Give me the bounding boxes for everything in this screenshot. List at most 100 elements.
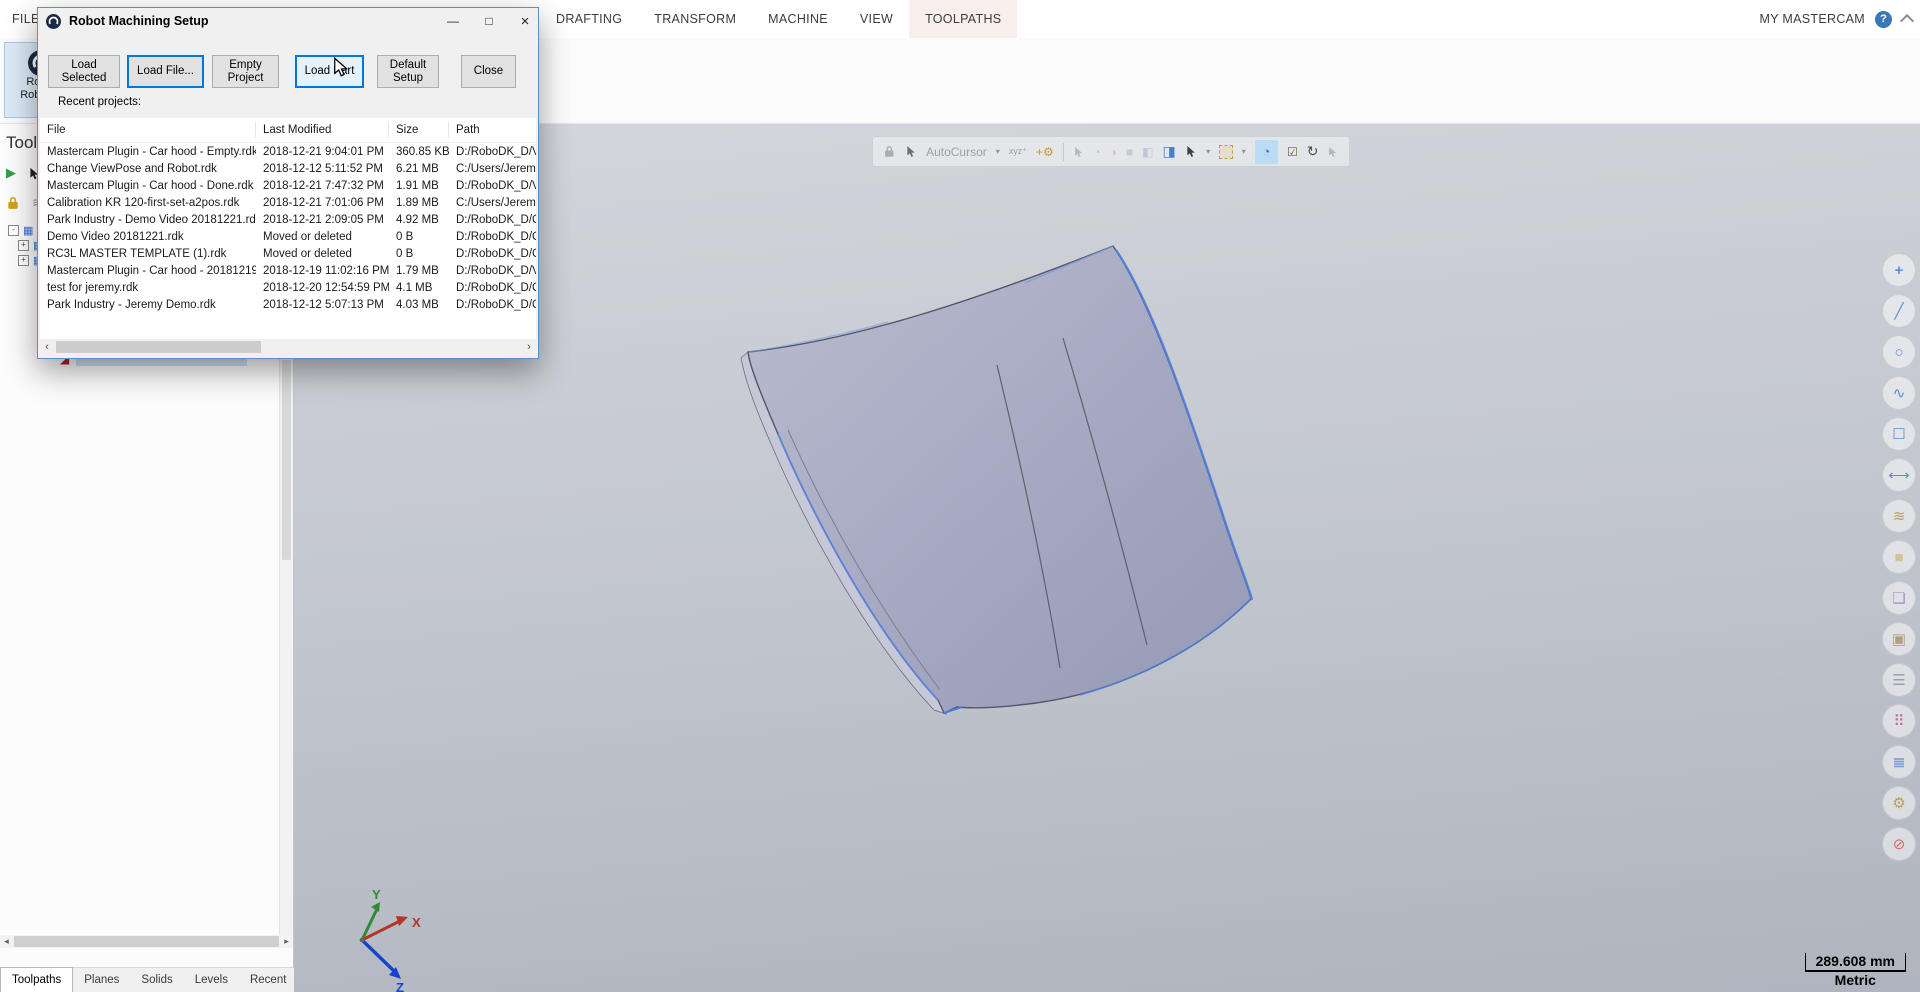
scrollbar-thumb[interactable] <box>56 341 261 353</box>
table-row[interactable]: Change ViewPose and Robot.rdk 2018-12-12… <box>40 160 536 177</box>
xyz-entry-icon[interactable]: xyz⁺ <box>1009 146 1027 157</box>
expand-node-icon[interactable]: + <box>18 240 29 251</box>
autocursor-label[interactable]: AutoCursor <box>926 145 987 159</box>
ghost-solid-icon[interactable]: ■ <box>1126 145 1133 159</box>
table-row[interactable]: RC3L MASTER TEMPLATE (1).rdk Moved or de… <box>40 245 536 262</box>
cell-path: C:/Users/Jeremy <box>449 197 536 209</box>
close-icon[interactable]: × <box>518 13 532 30</box>
cell-path: D:/RoboDK_D/V <box>449 265 536 277</box>
help-icon[interactable]: ? <box>1875 11 1892 28</box>
my-mastercam-tab[interactable]: MY MASTERCAM <box>1760 12 1865 26</box>
table-row[interactable]: test for jeremy.rdk 2018-12-20 12:54:59 … <box>40 279 536 296</box>
cell-path: D:/RoboDK_D/V <box>449 146 536 158</box>
select-cursor-icon[interactable] <box>905 145 918 158</box>
table-row[interactable]: Mastercam Plugin - Car hood - Empty.rdk … <box>40 143 536 160</box>
table-row[interactable]: Mastercam Plugin - Car hood - Done.rdk 2… <box>40 177 536 194</box>
settings-gear-icon[interactable]: ⚙ <box>1882 786 1916 820</box>
expand-node-icon[interactable]: + <box>18 255 29 266</box>
ghost-shape2-icon[interactable]: ◑ <box>1110 145 1117 159</box>
layers-icon[interactable]: ≣ <box>1882 745 1916 779</box>
tab-levels[interactable]: Levels <box>184 968 239 992</box>
panel-horizontal-scrollbar[interactable]: ◂ ▸ <box>0 935 293 948</box>
table-row[interactable]: Park Industry - Demo Video 20181221.rdk … <box>40 211 536 228</box>
tab-recent-functions[interactable]: Recent Func... <box>239 968 297 992</box>
disable-icon[interactable]: ⊘ <box>1882 827 1916 861</box>
collapse-node-icon[interactable]: - <box>8 225 19 236</box>
dimension-icon[interactable]: ⟷ <box>1882 458 1916 492</box>
col-size[interactable]: Size <box>389 122 449 138</box>
cell-size: 6.21 MB <box>389 163 449 175</box>
window-box-dropdown-icon[interactable]: ▾ <box>1242 147 1246 156</box>
lock-icon[interactable] <box>883 145 896 158</box>
solids-select-cube-icon[interactable]: ◨ <box>1162 143 1175 160</box>
table-row[interactable]: Mastercam Plugin - Car hood - 20181219.r… <box>40 262 536 279</box>
table-header-row: File Last Modified Size Path <box>40 118 536 143</box>
table-row[interactable]: Calibration KR 120-first-set-a2pos.rdk 2… <box>40 194 536 211</box>
menu-tab-machine[interactable]: MACHINE <box>752 0 844 38</box>
menu-tab-view[interactable]: VIEW <box>844 0 909 38</box>
cell-file: Change ViewPose and Robot.rdk <box>40 163 256 175</box>
menu-tab-transform[interactable]: TRANSFORM <box>638 0 752 38</box>
ghost-shape1-icon[interactable]: ◔ <box>1093 145 1100 159</box>
scrollbar-thumb[interactable] <box>14 936 279 947</box>
menu-tab-toolpaths[interactable]: TOOLPATHS <box>909 0 1017 38</box>
cell-size: 0 B <box>389 248 449 260</box>
maximize-icon[interactable]: □ <box>482 14 496 28</box>
menu-tab-drafting[interactable]: DRAFTING <box>540 0 638 38</box>
regenerate-icon[interactable]: ↻ <box>1307 143 1319 160</box>
validate-select-icon[interactable]: ☑ <box>1287 145 1298 159</box>
load-selected-button[interactable]: Load Selected <box>48 55 120 88</box>
default-setup-button[interactable]: Default Setup <box>377 55 439 88</box>
recent-projects-label: Recent projects: <box>58 96 141 108</box>
scroll-left-icon[interactable]: ◂ <box>0 936 13 947</box>
tab-solids[interactable]: Solids <box>130 968 183 992</box>
empty-project-button[interactable]: Empty Project <box>212 55 279 88</box>
boolean-squares-icon[interactable]: ❏ <box>1882 581 1916 615</box>
scale-indicator: 289.608 mm Metric <box>1805 953 1906 988</box>
dialog-title-bar[interactable]: Robot Machining Setup — □ × <box>38 8 538 34</box>
scrollbar-thumb[interactable] <box>282 360 291 560</box>
circle-icon[interactable]: ○ <box>1882 335 1916 369</box>
pattern-grid-icon[interactable]: ⠿ <box>1882 704 1916 738</box>
units-label: Metric <box>1805 972 1906 988</box>
col-path[interactable]: Path <box>449 122 536 138</box>
snap-toggle-active-icon[interactable]: ◔ <box>1255 140 1278 164</box>
select-mode-dropdown-icon[interactable]: ▾ <box>1206 147 1210 156</box>
tab-toolpaths[interactable]: Toolpaths <box>0 967 73 992</box>
close-button[interactable]: Close <box>461 55 516 88</box>
load-part-button[interactable]: Load Part <box>295 55 364 88</box>
spline-icon[interactable]: ∿ <box>1882 376 1916 410</box>
line-icon[interactable]: ╱ <box>1882 294 1916 328</box>
dialog-horizontal-scrollbar[interactable]: ‹ › <box>40 339 536 355</box>
minimize-icon[interactable]: — <box>446 14 460 28</box>
wireframe-box-icon[interactable]: ☐ <box>1882 417 1916 451</box>
run-toolpath-icon[interactable]: ▶ <box>6 165 16 181</box>
tab-planes[interactable]: Planes <box>73 968 130 992</box>
sweep-surface-icon[interactable]: ≋ <box>1882 499 1916 533</box>
col-file[interactable]: File <box>40 122 256 138</box>
scroll-right-icon[interactable]: ▸ <box>280 936 293 947</box>
scroll-left-icon[interactable]: ‹ <box>40 341 54 353</box>
cell-modified: 2018-12-12 5:07:13 PM <box>256 299 389 311</box>
table-row[interactable]: Park Industry - Jeremy Demo.rdk 2018-12-… <box>40 296 536 313</box>
solid-box-icon[interactable]: ■ <box>1882 540 1916 574</box>
ghost-cursor2-icon[interactable] <box>1327 146 1339 158</box>
add-point-icon[interactable]: + <box>1882 253 1916 287</box>
lock-icon[interactable] <box>6 196 20 210</box>
autocursor-dropdown-icon[interactable]: ▾ <box>996 147 1000 156</box>
load-file-button[interactable]: Load File... <box>127 55 204 88</box>
window-select-cursor-icon[interactable] <box>1185 145 1198 158</box>
ghost-cursor-icon[interactable] <box>1073 146 1085 158</box>
menu-file[interactable]: FILE <box>12 0 40 38</box>
table-row[interactable]: Demo Video 20181221.rdk Moved or deleted… <box>40 228 536 245</box>
col-last-modified[interactable]: Last Modified <box>256 122 389 138</box>
collapse-ribbon-icon[interactable] <box>1900 13 1914 27</box>
window-select-box-icon[interactable] <box>1219 145 1233 159</box>
scroll-right-icon[interactable]: › <box>522 341 536 353</box>
cell-file: Park Industry - Jeremy Demo.rdk <box>40 299 256 311</box>
list-icon[interactable]: ☰ <box>1882 663 1916 697</box>
ghost-cube-icon[interactable]: ◧ <box>1142 145 1153 159</box>
configure-icon[interactable]: +⚙ <box>1036 145 1054 159</box>
frame-select-icon[interactable]: ▣ <box>1882 622 1916 656</box>
machine-group-icon: ▦ <box>23 224 33 237</box>
